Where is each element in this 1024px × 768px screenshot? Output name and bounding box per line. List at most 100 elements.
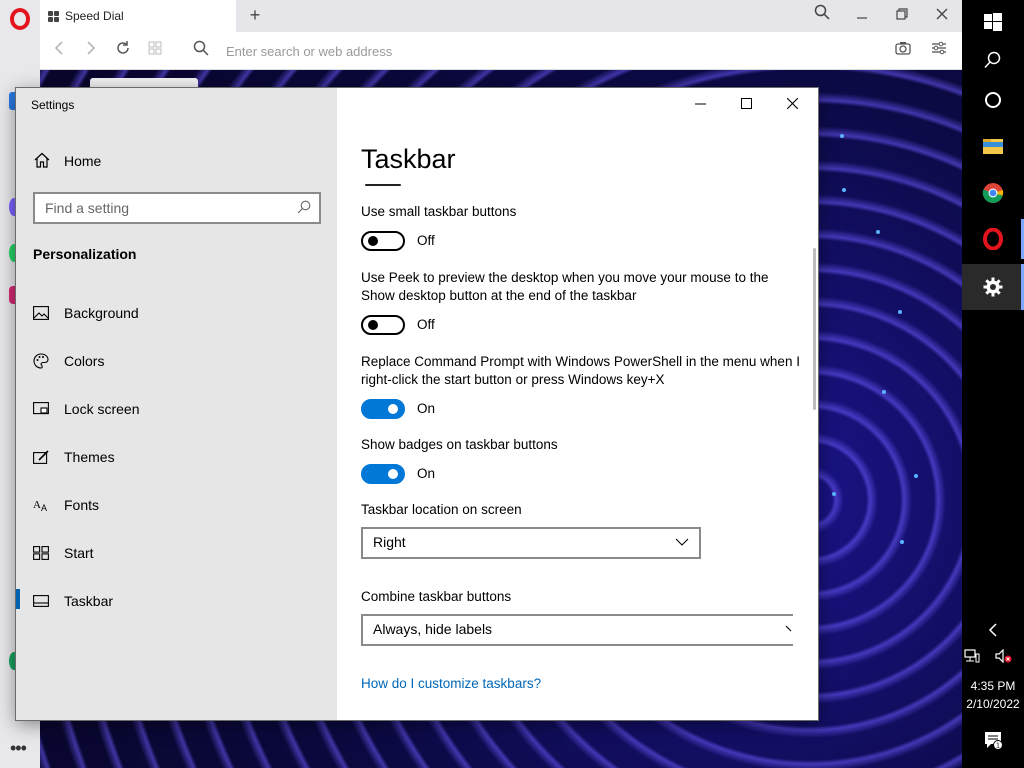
windows-taskbar: 4:35 PM 2/10/2022 1 bbox=[962, 0, 1024, 768]
tab-grid-icon[interactable] bbox=[144, 40, 166, 62]
address-search-icon bbox=[190, 40, 212, 62]
tab-bar: Speed Dial + bbox=[40, 0, 962, 32]
address-bar bbox=[40, 32, 962, 70]
browser-minimize-button[interactable] bbox=[848, 4, 876, 26]
peek-label: Use Peek to preview the desktop when you… bbox=[361, 270, 769, 303]
close-button[interactable] bbox=[769, 92, 815, 116]
volume-muted-icon[interactable] bbox=[982, 634, 1024, 678]
minimize-button[interactable] bbox=[677, 92, 723, 116]
start-icon bbox=[33, 546, 64, 560]
wallpaper-dot bbox=[882, 390, 886, 394]
reload-button[interactable] bbox=[112, 40, 134, 62]
badges-toggle[interactable] bbox=[361, 464, 405, 484]
taskbar-search-icon[interactable] bbox=[962, 38, 1024, 82]
wallpaper-dot bbox=[842, 188, 846, 192]
notification-count: 1 bbox=[996, 743, 1000, 750]
address-input[interactable] bbox=[226, 41, 826, 61]
nav-item-label: Fonts bbox=[64, 497, 100, 513]
svg-text:A: A bbox=[41, 503, 47, 512]
find-setting-box[interactable] bbox=[33, 192, 321, 224]
browser-search-icon[interactable] bbox=[808, 4, 836, 26]
maximize-button[interactable] bbox=[723, 92, 769, 116]
toggle-knob bbox=[368, 236, 378, 246]
toggle-knob bbox=[388, 404, 398, 414]
small-buttons-state: Off bbox=[417, 233, 435, 248]
nav-item-label: Colors bbox=[64, 353, 105, 369]
action-center-icon[interactable]: 1 bbox=[962, 718, 1024, 762]
tab-speed-dial[interactable]: Speed Dial bbox=[40, 0, 236, 32]
home-icon bbox=[34, 152, 64, 171]
svg-text:A: A bbox=[33, 499, 41, 511]
nav-home[interactable]: Home bbox=[16, 148, 337, 174]
powershell-state: On bbox=[417, 401, 436, 416]
nav-item-label: Lock screen bbox=[64, 401, 140, 417]
nav-item-lock-screen[interactable]: Lock screen bbox=[16, 389, 337, 429]
powershell-label: Replace Command Prompt with Windows Powe… bbox=[361, 354, 800, 387]
background-icon bbox=[33, 306, 64, 320]
sidebar-more-icon[interactable]: ••• bbox=[10, 738, 27, 759]
browser-restore-button[interactable] bbox=[888, 4, 916, 26]
location-dropdown-value: Right bbox=[373, 534, 406, 550]
location-label: Taskbar location on screen bbox=[361, 502, 522, 517]
tab-title: Speed Dial bbox=[65, 9, 124, 23]
clock-date[interactable]: 2/10/2022 bbox=[962, 697, 1024, 711]
clock-time[interactable]: 4:35 PM bbox=[962, 679, 1024, 693]
cortana-icon[interactable] bbox=[962, 78, 1024, 122]
settings-window: Settings Home Personalization Background bbox=[16, 88, 818, 720]
chevron-down-icon bbox=[675, 534, 689, 550]
badges-state: On bbox=[417, 466, 436, 481]
nav-item-label: Start bbox=[64, 545, 94, 561]
find-setting-input[interactable] bbox=[45, 199, 285, 217]
camera-icon[interactable] bbox=[892, 40, 914, 62]
file-explorer-icon[interactable] bbox=[962, 124, 1024, 168]
opera-logo-icon[interactable] bbox=[10, 8, 30, 30]
chrome-icon[interactable] bbox=[962, 171, 1024, 215]
wallpaper-dot bbox=[832, 492, 836, 496]
peek-toggle[interactable] bbox=[361, 315, 405, 335]
taskbar-icon bbox=[33, 595, 64, 607]
wallpaper-dot bbox=[898, 310, 902, 314]
speed-dial-icon bbox=[48, 10, 59, 22]
forward-button[interactable] bbox=[80, 40, 102, 62]
browser-close-button[interactable] bbox=[928, 4, 956, 26]
wallpaper-dot bbox=[840, 134, 844, 138]
customize-taskbars-link[interactable]: How do I customize taskbars? bbox=[361, 676, 541, 691]
lock-screen-icon bbox=[33, 402, 64, 416]
settings-nav: Settings Home Personalization Background bbox=[16, 88, 337, 720]
nav-item-background[interactable]: Background bbox=[16, 293, 337, 333]
combine-dropdown[interactable]: Always, hide labels bbox=[361, 614, 793, 646]
search-icon[interactable] bbox=[297, 200, 311, 214]
content-scrollbar[interactable] bbox=[813, 248, 816, 410]
toggle-knob bbox=[388, 469, 398, 479]
nav-item-fonts[interactable]: AA Fonts bbox=[16, 485, 337, 525]
page-title: Taskbar bbox=[361, 144, 456, 174]
nav-section-heading: Personalization bbox=[33, 246, 137, 262]
fonts-icon: AA bbox=[33, 498, 64, 512]
chevron-down-icon bbox=[785, 621, 793, 637]
nav-item-start[interactable]: Start bbox=[16, 533, 337, 573]
easy-setup-icon[interactable] bbox=[928, 40, 950, 62]
location-dropdown[interactable]: Right bbox=[361, 527, 701, 559]
badges-label: Show badges on taskbar buttons bbox=[361, 437, 558, 452]
toggle-knob bbox=[368, 320, 378, 330]
combine-dropdown-value: Always, hide labels bbox=[373, 621, 493, 637]
back-button[interactable] bbox=[48, 40, 70, 62]
themes-icon bbox=[33, 450, 64, 464]
wallpaper-dot bbox=[914, 474, 918, 478]
nav-item-themes[interactable]: Themes bbox=[16, 437, 337, 477]
nav-home-label: Home bbox=[64, 153, 102, 169]
small-buttons-label: Use small taskbar buttons bbox=[361, 204, 517, 219]
peek-state: Off bbox=[417, 317, 435, 332]
small-buttons-toggle[interactable] bbox=[361, 231, 405, 251]
nav-item-label: Taskbar bbox=[64, 593, 114, 609]
nav-item-taskbar[interactable]: Taskbar bbox=[16, 581, 337, 621]
settings-window-title: Settings bbox=[31, 98, 75, 112]
powershell-toggle[interactable] bbox=[361, 399, 405, 419]
settings-taskbar-icon[interactable] bbox=[962, 264, 1024, 310]
nav-item-colors[interactable]: Colors bbox=[16, 341, 337, 381]
opera-taskbar-icon[interactable] bbox=[962, 217, 1024, 261]
palette-icon bbox=[33, 353, 64, 369]
new-tab-button[interactable]: + bbox=[244, 4, 266, 26]
nav-item-label: Background bbox=[64, 305, 139, 321]
wallpaper-dot bbox=[900, 540, 904, 544]
